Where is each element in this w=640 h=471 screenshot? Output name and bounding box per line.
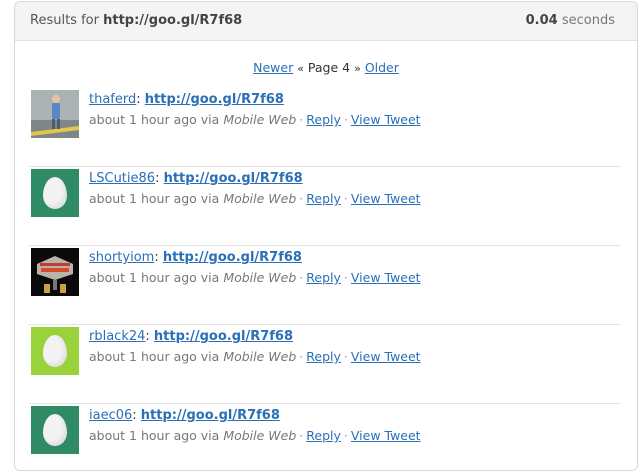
tweet-meta: about 1 hour ago via Mobile Web · Reply · Vi… (89, 112, 421, 127)
tweet-time: about 1 hour ago via (89, 428, 220, 443)
view-tweet-link[interactable]: View Tweet (351, 270, 421, 285)
pagination: Newer « Page 4 » Older (15, 60, 637, 75)
tweet-text: rblack24: http://goo.gl/R7f68 (89, 329, 294, 344)
tweet-item: iaec06: http://goo.gl/R7f68 about 1 hour… (29, 404, 621, 470)
tweet-time: about 1 hour ago via (89, 191, 220, 206)
photo-avatar-icon (31, 90, 79, 138)
reply-link[interactable]: Reply (306, 270, 341, 285)
search-time-unit: seconds (561, 13, 615, 28)
pager-right-separator: » (354, 62, 361, 75)
tweet-url-link[interactable]: http://goo.gl/R7f68 (145, 92, 284, 107)
view-tweet-link[interactable]: View Tweet (351, 112, 421, 127)
tweet-text: shortyiom: http://goo.gl/R7f68 (89, 250, 302, 265)
search-time-value: 0.04 (525, 13, 558, 28)
reply-link[interactable]: Reply (306, 191, 341, 206)
tweet-item: LSCutie86: http://goo.gl/R7f68 about 1 h… (29, 167, 621, 246)
user-avatar[interactable] (31, 406, 79, 454)
egg-avatar-icon (43, 414, 67, 446)
view-tweet-link[interactable]: View Tweet (351, 349, 421, 364)
newer-link[interactable]: Newer (253, 60, 293, 75)
tweet-username-link[interactable]: LSCutie86 (89, 171, 155, 186)
tweet-username-link[interactable]: rblack24 (89, 329, 145, 344)
pager-left-separator: « (297, 62, 304, 75)
las-vegas-avatar-icon (31, 248, 79, 296)
view-tweet-link[interactable]: View Tweet (351, 428, 421, 443)
tweet-source: Mobile Web (223, 191, 297, 206)
user-avatar[interactable] (31, 90, 79, 138)
tweet-meta: about 1 hour ago via Mobile Web · Reply · Vi… (89, 270, 421, 285)
current-page-label: Page 4 (307, 60, 351, 75)
search-timing: 0.04 seconds (526, 13, 615, 28)
tweet-username-link[interactable]: thaferd (89, 92, 136, 107)
older-link[interactable]: Older (365, 60, 399, 75)
view-tweet-link[interactable]: View Tweet (351, 191, 421, 206)
tweet-source: Mobile Web (223, 428, 297, 443)
tweet-item: shortyiom: http://goo.gl/R7f68 about 1 h… (29, 246, 621, 325)
tweet-item: thaferd: http://goo.gl/R7f68 about 1 hou… (29, 88, 621, 167)
tweet-source: Mobile Web (223, 112, 297, 127)
tweet-meta: about 1 hour ago via Mobile Web · Reply · Vi… (89, 349, 421, 364)
tweet-source: Mobile Web (223, 270, 297, 285)
results-panel: Results for http://goo.gl/R7f68 0.04 sec… (14, 1, 638, 471)
reply-link[interactable]: Reply (306, 112, 341, 127)
tweet-text: LSCutie86: http://goo.gl/R7f68 (89, 171, 303, 186)
egg-avatar-icon (43, 335, 67, 367)
user-avatar[interactable] (31, 169, 79, 217)
tweet-url-link[interactable]: http://goo.gl/R7f68 (141, 408, 280, 423)
tweet-item: rblack24: http://goo.gl/R7f68 about 1 ho… (29, 325, 621, 404)
results-prefix: Results for (30, 13, 99, 28)
egg-avatar-icon (43, 177, 67, 209)
reply-link[interactable]: Reply (306, 428, 341, 443)
tweet-time: about 1 hour ago via (89, 270, 220, 285)
user-avatar[interactable] (31, 327, 79, 375)
user-avatar[interactable] (31, 248, 79, 296)
tweet-text: thaferd: http://goo.gl/R7f68 (89, 92, 284, 107)
tweet-meta: about 1 hour ago via Mobile Web · Reply · Vi… (89, 191, 421, 206)
tweet-url-link[interactable]: http://goo.gl/R7f68 (164, 171, 303, 186)
reply-link[interactable]: Reply (306, 349, 341, 364)
results-query: http://goo.gl/R7f68 (103, 13, 243, 28)
results-title: Results for http://goo.gl/R7f68 (30, 13, 242, 28)
tweet-username-link[interactable]: iaec06 (89, 408, 132, 423)
tweet-url-link[interactable]: http://goo.gl/R7f68 (154, 329, 293, 344)
tweet-url-link[interactable]: http://goo.gl/R7f68 (163, 250, 302, 265)
tweet-time: about 1 hour ago via (89, 349, 220, 364)
tweet-source: Mobile Web (223, 349, 297, 364)
results-header: Results for http://goo.gl/R7f68 0.04 sec… (15, 2, 637, 41)
tweet-time: about 1 hour ago via (89, 112, 220, 127)
tweet-meta: about 1 hour ago via Mobile Web · Reply · Vi… (89, 428, 421, 443)
tweet-text: iaec06: http://goo.gl/R7f68 (89, 408, 280, 423)
tweet-username-link[interactable]: shortyiom (89, 250, 154, 265)
tweet-list: thaferd: http://goo.gl/R7f68 about 1 hou… (15, 88, 637, 470)
